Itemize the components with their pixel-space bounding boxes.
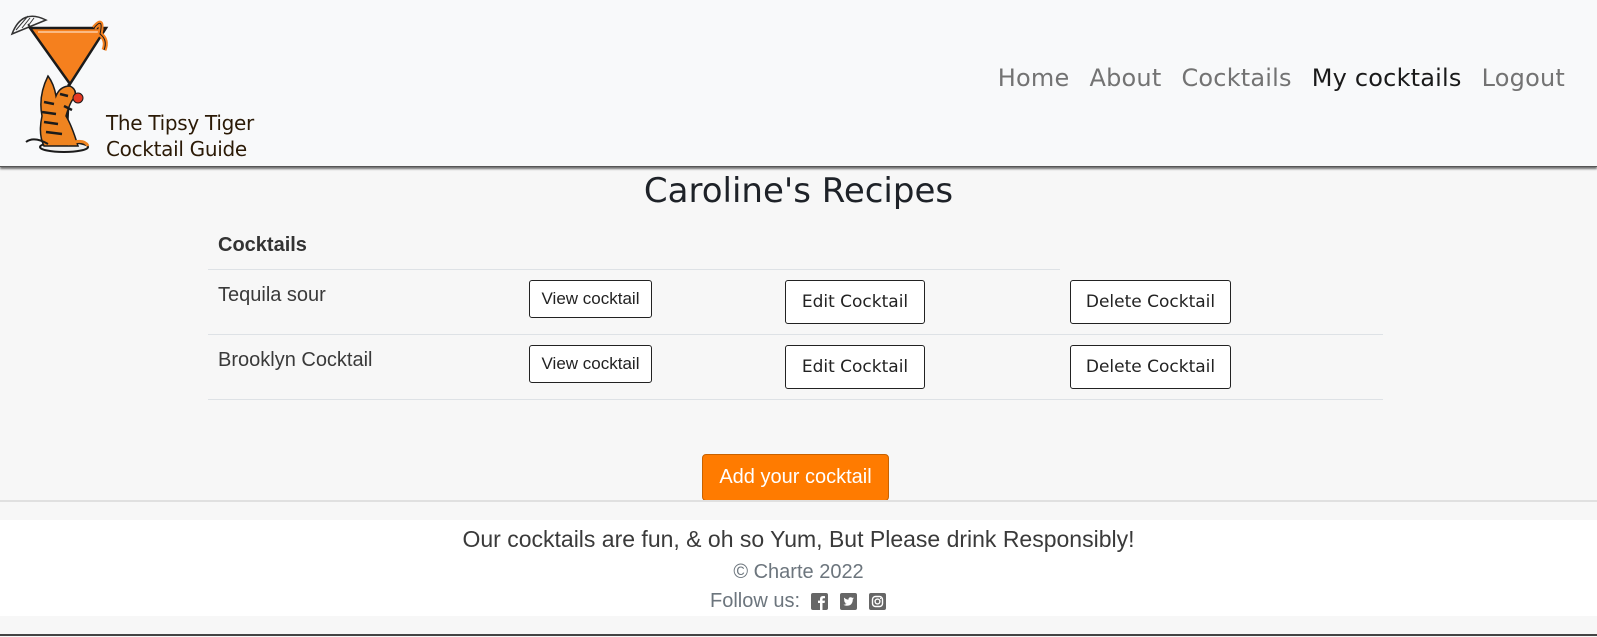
footer-tagline: Our cocktails are fun, & oh so Yum, But …: [462, 526, 1135, 552]
brand-text: The Tipsy Tiger Cocktail Guide: [106, 110, 254, 162]
nav-home[interactable]: Home: [988, 64, 1080, 92]
nav-cocktails[interactable]: Cocktails: [1171, 64, 1301, 92]
footer-copyright: © Charte 2022: [733, 561, 864, 583]
brand-line-1: The Tipsy Tiger: [106, 111, 254, 135]
content-divider: [0, 500, 1597, 502]
brand-line-2: Cocktail Guide: [106, 137, 247, 161]
page-title: Caroline's Recipes: [643, 171, 954, 211]
delete-cocktail-button[interactable]: Delete Cocktail: [1070, 280, 1231, 324]
cocktail-name: Tequila sour: [218, 284, 326, 306]
nav-logout[interactable]: Logout: [1472, 64, 1575, 92]
facebook-icon[interactable]: [810, 592, 829, 611]
table-header-cocktails: Cocktails: [218, 234, 307, 256]
view-cocktail-button[interactable]: View cocktail: [529, 280, 652, 318]
edit-cocktail-button[interactable]: Edit Cocktail: [785, 345, 925, 389]
site-logo[interactable]: The Tipsy Tiger Cocktail Guide: [8, 6, 258, 161]
site-footer: Our cocktails are fun, & oh so Yum, But …: [0, 520, 1597, 616]
table-row: Tequila sour View cocktail Edit Cocktail…: [208, 270, 1383, 335]
follow-label: Follow us:: [709, 590, 801, 612]
page-bottom-border: [0, 634, 1597, 636]
footer-follow: Follow us:: [0, 590, 1597, 613]
nav-my-cocktails[interactable]: My cocktails: [1302, 64, 1472, 92]
main-nav: Home About Cocktails My cocktails Logout: [988, 64, 1575, 92]
nav-about[interactable]: About: [1079, 64, 1171, 92]
delete-cocktail-button[interactable]: Delete Cocktail: [1070, 345, 1231, 389]
add-cocktail-button[interactable]: Add your cocktail: [702, 454, 889, 501]
edit-cocktail-button[interactable]: Edit Cocktail: [785, 280, 925, 324]
instagram-icon[interactable]: [868, 592, 887, 611]
table-row: Brooklyn Cocktail View cocktail Edit Coc…: [208, 335, 1383, 400]
site-header: The Tipsy Tiger Cocktail Guide Home Abou…: [0, 0, 1597, 167]
view-cocktail-button[interactable]: View cocktail: [529, 345, 652, 383]
cocktail-name: Brooklyn Cocktail: [218, 349, 373, 371]
twitter-icon[interactable]: [839, 592, 858, 611]
